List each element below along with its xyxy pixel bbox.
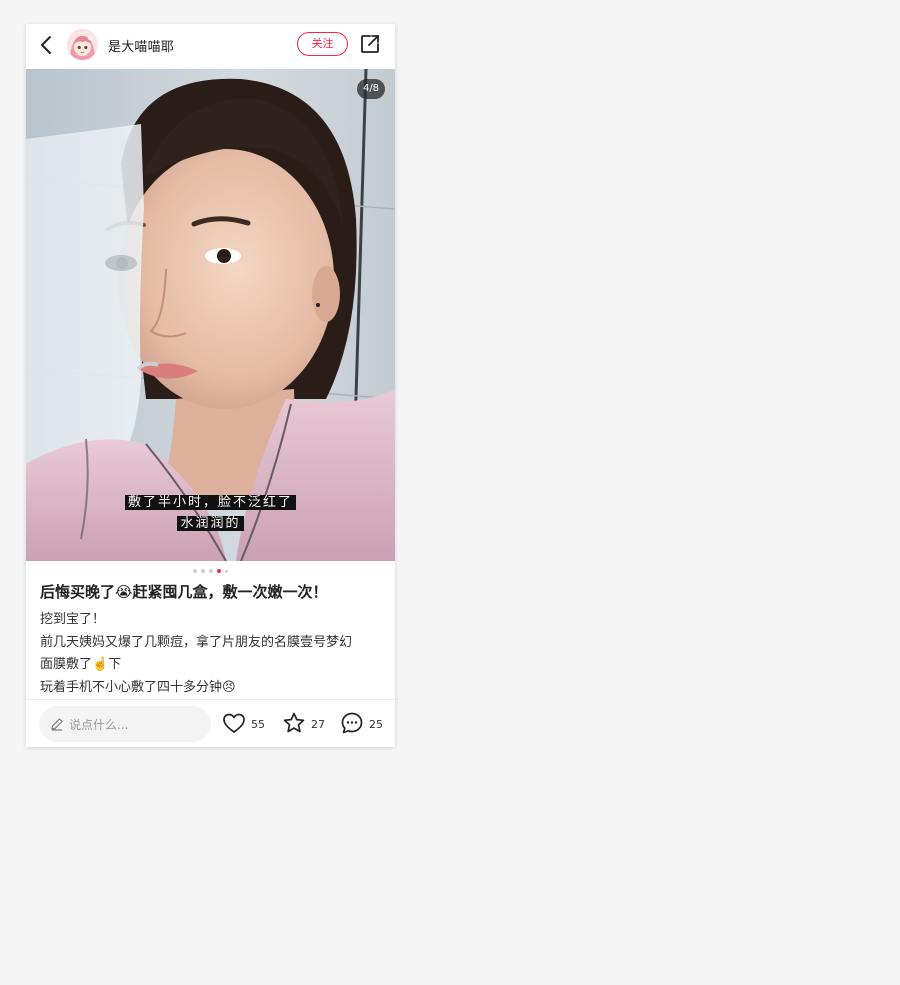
- post-header: 是大喵喵耶 关注: [26, 24, 395, 69]
- photo-image: [26, 69, 395, 561]
- like-button[interactable]: 55: [222, 711, 266, 737]
- page-dot[interactable]: [201, 569, 205, 573]
- collect-button[interactable]: 27: [282, 711, 326, 737]
- image-counter: 4/8: [357, 79, 385, 99]
- post-body-line: 挖到宝了！: [40, 612, 106, 627]
- post-body-line: 玩着手机不小心敷了四十多分钟😣: [40, 679, 236, 695]
- subtitle-line-1: 敷了半小时，脸不泛红了: [26, 491, 395, 510]
- like-count: 55: [251, 718, 265, 731]
- comment-input[interactable]: 说点什么...: [39, 706, 211, 742]
- comment-placeholder: 说点什么...: [69, 718, 129, 732]
- subtitle-text-1: 敷了半小时，脸不泛红了: [124, 495, 296, 510]
- share-button[interactable]: [359, 33, 381, 55]
- comment-count: 25: [369, 718, 383, 731]
- pen-icon: [51, 718, 63, 731]
- carousel-pagination[interactable]: [26, 569, 395, 575]
- post-photo[interactable]: 4/8 敷了半小时，脸不泛红了 水润润的: [26, 69, 395, 561]
- page-dot[interactable]: [193, 569, 197, 573]
- post-title: 后悔买晚了😭赶紧囤几盒，敷一次嫩一次！: [40, 583, 328, 601]
- post-body: 挖到宝了！ 前几天姨妈又爆了几颗痘，拿了片朋友的名膜壹号梦幻 面膜敷了☝️下 玩…: [40, 609, 385, 699]
- page-dot-active[interactable]: [217, 569, 221, 573]
- page-dot[interactable]: [209, 569, 213, 573]
- author-name[interactable]: 是大喵喵耶: [108, 36, 174, 55]
- star-icon: [283, 712, 305, 733]
- subtitle-line-2: 水润润的: [26, 512, 395, 531]
- back-button[interactable]: [36, 33, 58, 57]
- comments-button[interactable]: 25: [340, 711, 384, 737]
- footer-divider: [26, 699, 395, 700]
- back-arrow-icon: [41, 36, 51, 54]
- avatar[interactable]: [67, 29, 98, 60]
- collect-count: 27: [311, 718, 325, 731]
- heart-icon: [223, 713, 245, 733]
- page-dot[interactable]: [225, 570, 228, 573]
- post-body-line: 前几天姨妈又爆了几颗痘，拿了片朋友的名膜壹号梦幻: [40, 634, 353, 650]
- post-body-line: 面膜敷了☝️下: [40, 657, 122, 672]
- post-card: 是大喵喵耶 关注 4/8 敷了半小时，脸不泛红了 水润润的 后悔买晚了😭赶紧囤几…: [26, 24, 395, 747]
- subtitle-text-2: 水润润的: [177, 516, 244, 531]
- comment-icon: [341, 712, 363, 734]
- follow-button[interactable]: 关注: [297, 32, 348, 56]
- share-icon: [361, 35, 379, 53]
